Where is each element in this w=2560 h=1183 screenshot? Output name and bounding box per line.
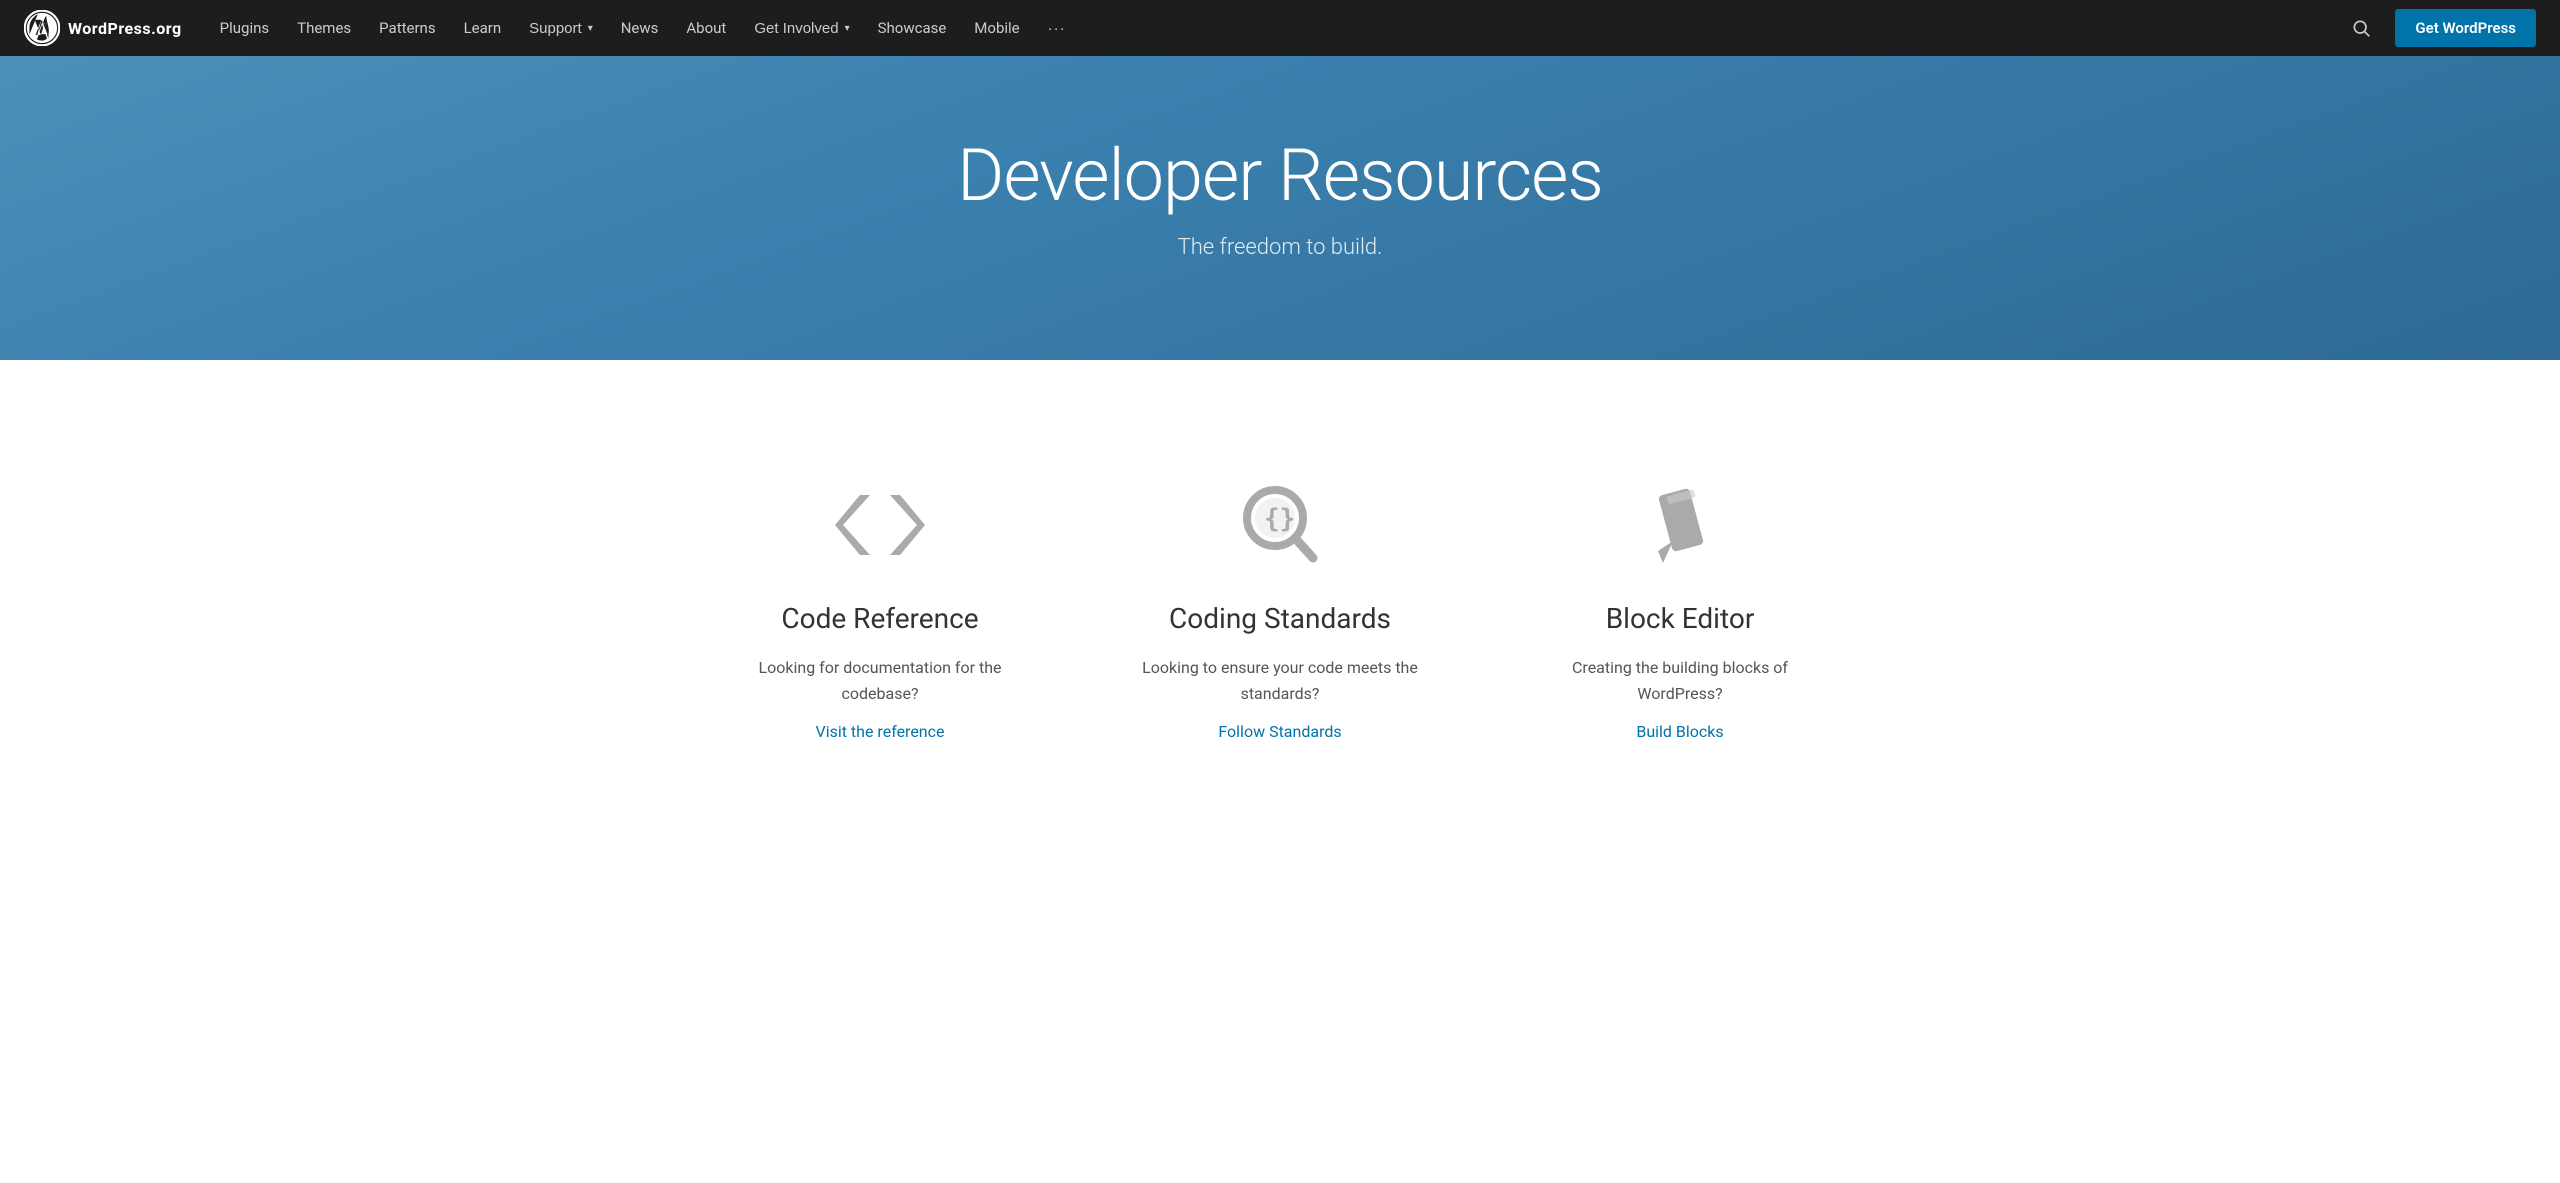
nav-links-list: Plugins Themes Patterns Learn Support ▾ … [206,0,2344,56]
main-navigation: WordPress.org Plugins Themes Patterns Le… [0,0,2560,56]
code-reference-icon [835,480,925,570]
svg-text:{}: {} [1264,504,1295,534]
nav-showcase[interactable]: Showcase [864,0,961,56]
card-coding-standards: {} Coding Standards Looking to ensure yo… [1080,440,1480,781]
search-icon [2351,18,2371,38]
nav-themes[interactable]: Themes [283,0,365,56]
get-involved-chevron-icon: ▾ [845,23,850,34]
nav-plugins[interactable]: Plugins [206,0,283,56]
nav-mobile[interactable]: Mobile [960,0,1033,56]
card-block-editor-title: Block Editor [1606,602,1755,635]
card-coding-standards-description: Looking to ensure your code meets the st… [1128,655,1432,706]
nav-more-button[interactable]: ··· [1034,0,1080,56]
nav-support-dropdown[interactable]: Support ▾ [515,0,607,56]
card-code-reference-description: Looking for documentation for the codeba… [728,655,1032,706]
nav-learn[interactable]: Learn [450,0,516,56]
card-block-editor-link[interactable]: Build Blocks [1636,722,1723,741]
cards-grid: Code Reference Looking for documentation… [580,440,1980,781]
cards-section: Code Reference Looking for documentation… [0,360,2560,861]
hero-section: Developer Resources The freedom to build… [0,56,2560,360]
coding-standards-icon: {} [1235,480,1325,570]
wordpress-logo-link[interactable]: WordPress.org [24,10,182,46]
card-block-editor-description: Creating the building blocks of WordPres… [1528,655,1832,706]
card-coding-standards-title: Coding Standards [1169,602,1391,635]
nav-get-involved-dropdown[interactable]: Get Involved ▾ [740,0,863,56]
block-editor-icon [1643,480,1718,570]
hero-subtitle: The freedom to build. [40,235,2520,260]
search-button[interactable] [2343,10,2379,46]
logo-text: WordPress.org [68,19,182,38]
nav-about[interactable]: About [672,0,740,56]
get-wordpress-button[interactable]: Get WordPress [2395,9,2536,47]
nav-news[interactable]: News [607,0,673,56]
card-coding-standards-link[interactable]: Follow Standards [1218,722,1341,741]
hero-title: Developer Resources [40,136,2520,215]
nav-patterns[interactable]: Patterns [365,0,449,56]
card-code-reference-link[interactable]: Visit the reference [816,722,945,741]
card-code-reference-title: Code Reference [781,602,978,635]
card-code-reference: Code Reference Looking for documentation… [680,440,1080,781]
card-block-editor: Block Editor Creating the building block… [1480,440,1880,781]
support-chevron-icon: ▾ [588,23,593,34]
nav-right-section: Get WordPress [2343,9,2536,47]
